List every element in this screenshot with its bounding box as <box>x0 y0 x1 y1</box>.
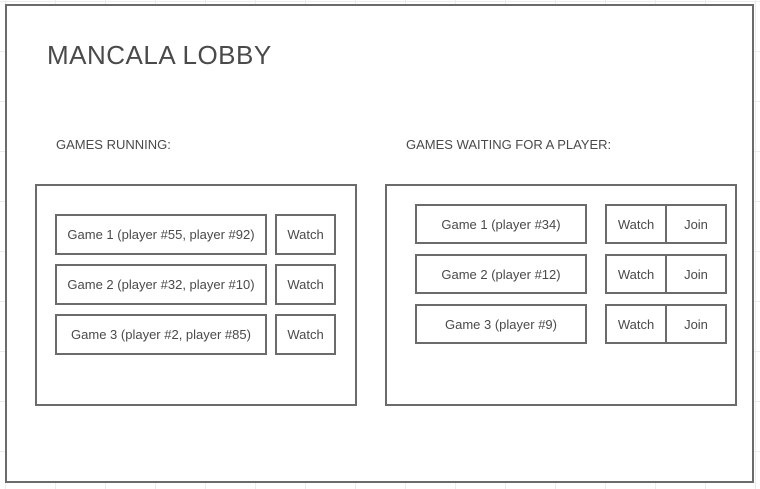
join-waiting-game-1-button[interactable]: Join <box>665 204 727 244</box>
games-waiting-panel: Game 1 (player #34) Watch Join Game 2 (p… <box>385 184 737 406</box>
waiting-game-1-label: Game 1 (player #34) <box>415 204 587 244</box>
running-game-3-label: Game 3 (player #2, player #85) <box>55 314 267 355</box>
watch-waiting-game-1-button[interactable]: Watch <box>605 204 667 244</box>
waiting-game-2-label: Game 2 (player #12) <box>415 254 587 294</box>
waiting-game-3-label: Game 3 (player #9) <box>415 304 587 344</box>
watch-running-game-3-button[interactable]: Watch <box>275 314 336 355</box>
running-game-1-label: Game 1 (player #55, player #92) <box>55 214 267 255</box>
watch-waiting-game-2-button[interactable]: Watch <box>605 254 667 294</box>
lobby-window: MANCALA LOBBY GAMES RUNNING: GAMES WAITI… <box>5 4 754 483</box>
watch-running-game-2-button[interactable]: Watch <box>275 264 336 305</box>
games-waiting-label: GAMES WAITING FOR A PLAYER: <box>406 137 612 152</box>
join-waiting-game-2-button[interactable]: Join <box>665 254 727 294</box>
games-running-label: GAMES RUNNING: <box>56 137 171 152</box>
join-waiting-game-3-button[interactable]: Join <box>665 304 727 344</box>
running-game-2-label: Game 2 (player #32, player #10) <box>55 264 267 305</box>
watch-waiting-game-3-button[interactable]: Watch <box>605 304 667 344</box>
games-running-panel: Game 1 (player #55, player #92) Watch Ga… <box>35 184 357 406</box>
page-title: MANCALA LOBBY <box>47 40 272 70</box>
watch-running-game-1-button[interactable]: Watch <box>275 214 336 255</box>
